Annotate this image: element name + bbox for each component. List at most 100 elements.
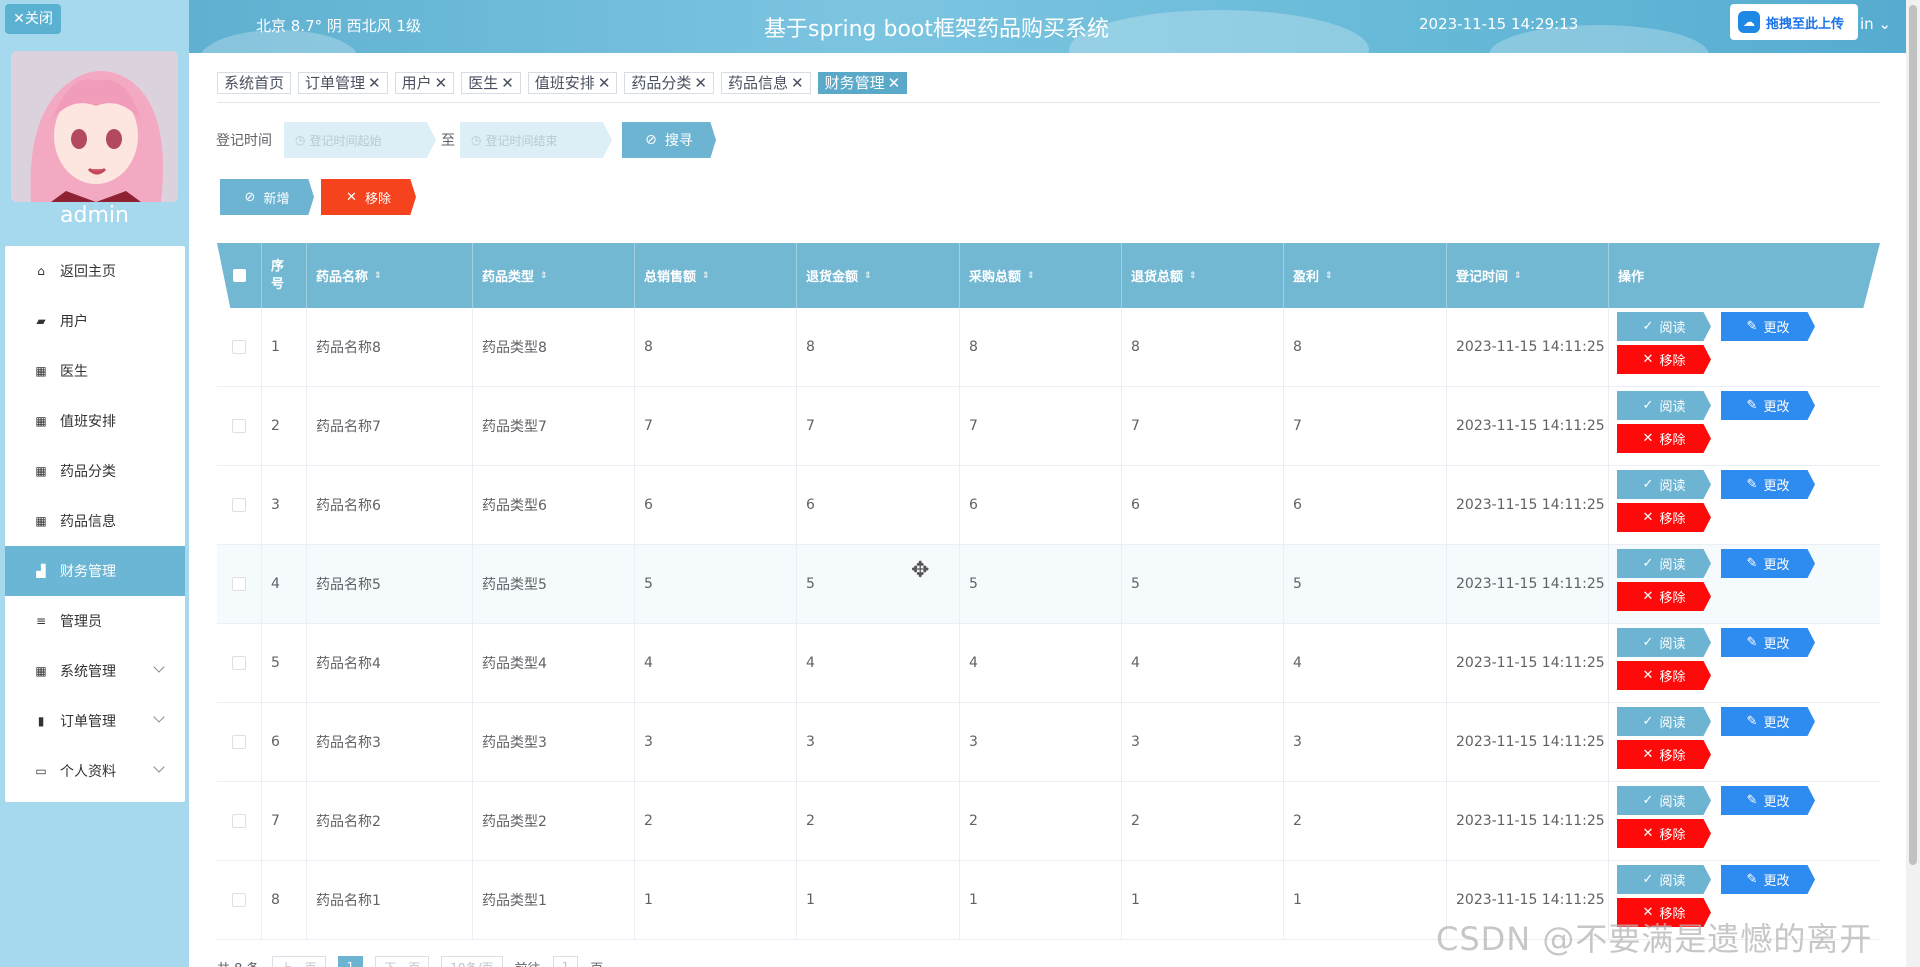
table-cell-refund-amt: 1 <box>797 861 960 939</box>
edit-icon: ✎ <box>1746 398 1758 413</box>
tag-home[interactable]: 系统首页 <box>217 72 292 94</box>
edit-button[interactable]: ✎ 更改 <box>1721 865 1815 894</box>
read-button[interactable]: ✓ 阅读 <box>1617 549 1711 578</box>
select-all-checkbox[interactable] <box>217 243 262 308</box>
header-cell[interactable]: 药品类型 ⇕ <box>473 243 635 308</box>
read-button[interactable]: ✓ 阅读 <box>1617 707 1711 736</box>
read-button[interactable]: ✓ 阅读 <box>1617 312 1711 341</box>
edit-button[interactable]: ✎ 更改 <box>1721 786 1815 815</box>
delete-button-label: 移除 <box>1659 828 1686 843</box>
edit-button[interactable]: ✎ 更改 <box>1721 470 1815 499</box>
sort-icon: ⇕ <box>702 270 710 281</box>
next-page-button[interactable]: 下一页 <box>375 956 430 967</box>
row-checkbox[interactable] <box>232 498 246 512</box>
scrollbar-thumb[interactable] <box>1909 5 1917 865</box>
tag-drug-info[interactable]: 药品信息 ✕ <box>720 72 811 94</box>
page-scrollbar[interactable] <box>1906 0 1920 967</box>
delete-button[interactable]: ✕ 移除 <box>1617 661 1711 690</box>
search-button[interactable]: ⊘ 搜寻 <box>622 122 716 158</box>
page-number[interactable]: 1 <box>337 956 364 967</box>
table-cell-type: 药品类型5 <box>473 545 635 623</box>
user-dropdown[interactable]: in ⌄ <box>1860 15 1891 33</box>
header-cell[interactable]: 盈利 ⇕ <box>1284 243 1447 308</box>
add-button[interactable]: ⊘ 新增 <box>220 179 314 215</box>
delete-button-label: 移除 <box>1659 591 1686 606</box>
sidebar-item-orders[interactable]: ▮ 订单管理 <box>5 696 185 746</box>
header-cell[interactable]: 采购总额 ⇕ <box>960 243 1122 308</box>
read-button[interactable]: ✓ 阅读 <box>1617 865 1711 894</box>
delete-button[interactable]: ✕ 移除 <box>1617 503 1711 532</box>
row-checkbox[interactable] <box>232 577 246 591</box>
upload-drop-button[interactable]: ☁ 拖拽至此上传 <box>1730 4 1858 40</box>
check-circle-icon: ⊘ <box>244 189 256 205</box>
header-cell[interactable]: 总销售额 ⇕ <box>635 243 797 308</box>
delete-button[interactable]: ✕ 移除 <box>1617 345 1711 374</box>
sidebar-item-system[interactable]: ▦ 系统管理 <box>5 646 185 696</box>
search-button-label: 搜寻 <box>664 133 693 149</box>
sidebar: ✕关闭 admin ⌂ 返回主页 ▰ 用户 ▦ 医生 ▦ 值班安排 ▦ 药品分类… <box>0 0 189 967</box>
tag-schedule[interactable]: 值班安排 ✕ <box>527 72 618 94</box>
sidebar-item-profile[interactable]: ▭ 个人资料 <box>5 746 185 796</box>
date-start-input[interactable]: ◷ 登记时间起始 <box>284 122 436 158</box>
delete-button[interactable]: ✕ 移除 <box>1617 819 1711 848</box>
sidebar-item-drug-info[interactable]: ▦ 药品信息 <box>5 496 185 546</box>
close-icon[interactable]: ✕ <box>598 73 611 93</box>
date-end-input[interactable]: ◷ 登记时间结束 <box>460 122 612 158</box>
tag-orders[interactable]: 订单管理 ✕ <box>298 72 388 94</box>
close-icon[interactable]: ✕ <box>791 73 804 93</box>
row-checkbox[interactable] <box>232 656 246 670</box>
sidebar-item-label: 医生 <box>60 364 88 380</box>
sidebar-item-users[interactable]: ▰ 用户 <box>5 296 185 346</box>
header-cell[interactable]: 退货总额 ⇕ <box>1122 243 1284 308</box>
header-cell[interactable]: 登记时间 ⇕ <box>1447 243 1609 308</box>
goto-input[interactable]: 1 <box>552 956 579 967</box>
tag-drug-category[interactable]: 药品分类 ✕ <box>624 72 714 94</box>
search-label: 登记时间 <box>216 133 272 149</box>
row-checkbox[interactable] <box>232 340 246 354</box>
sidebar-item-finance[interactable]: ▟ 财务管理 <box>5 546 185 596</box>
close-icon[interactable]: ✕ <box>501 73 514 93</box>
sidebar-item-doctors[interactable]: ▦ 医生 <box>5 346 185 396</box>
delete-button[interactable]: ✕ 移除 <box>1617 424 1711 453</box>
row-checkbox[interactable] <box>232 419 246 433</box>
read-button-label: 阅读 <box>1659 716 1686 731</box>
read-button[interactable]: ✓ 阅读 <box>1617 391 1711 420</box>
total-count: 共 8 条 <box>217 958 260 967</box>
read-button[interactable]: ✓ 阅读 <box>1617 470 1711 499</box>
read-icon: ✓ <box>1642 398 1654 413</box>
edit-button[interactable]: ✎ 更改 <box>1721 549 1815 578</box>
row-checkbox[interactable] <box>232 814 246 828</box>
sidebar-item-schedule[interactable]: ▦ 值班安排 <box>5 396 185 446</box>
tag-finance[interactable]: 财务管理 ✕ <box>817 72 908 94</box>
sidebar-item-admins[interactable]: ≡ 管理员 <box>5 596 185 646</box>
read-button[interactable]: ✓ 阅读 <box>1617 786 1711 815</box>
read-button[interactable]: ✓ 阅读 <box>1617 628 1711 657</box>
delete-button[interactable]: ✕ 移除 <box>1617 740 1711 769</box>
delete-button[interactable]: ✕ 移除 <box>1617 582 1711 611</box>
row-checkbox[interactable] <box>232 735 246 749</box>
close-icon: ✕ <box>346 189 357 205</box>
edit-button[interactable]: ✎ 更改 <box>1721 312 1815 341</box>
page-size-select[interactable]: 10条/页 <box>441 956 503 967</box>
edit-button[interactable]: ✎ 更改 <box>1721 391 1815 420</box>
tag-doctors[interactable]: 医生 ✕ <box>461 72 521 94</box>
close-icon[interactable]: ✕ <box>368 73 381 93</box>
close-icon[interactable]: ✕ <box>435 73 448 93</box>
tag-users[interactable]: 用户 ✕ <box>394 72 455 94</box>
prev-page-button[interactable]: 上一页 <box>271 956 326 967</box>
close-icon[interactable]: ✕ <box>694 73 707 93</box>
remove-button[interactable]: ✕ 移除 <box>321 179 416 215</box>
header-cell[interactable]: 药品名称 ⇕ <box>307 243 473 308</box>
table-cell-sales: 4 <box>635 624 797 702</box>
grid-icon: ▦ <box>35 464 47 478</box>
row-checkbox[interactable] <box>232 893 246 907</box>
table-cell-profit: 4 <box>1284 624 1447 702</box>
edit-button[interactable]: ✎ 更改 <box>1721 628 1815 657</box>
edit-button-label: 更改 <box>1763 637 1790 652</box>
sidebar-item-drug-category[interactable]: ▦ 药品分类 <box>5 446 185 496</box>
sidebar-item-home[interactable]: ⌂ 返回主页 <box>5 246 185 296</box>
close-sidebar-button[interactable]: ✕关闭 <box>5 4 61 34</box>
edit-button[interactable]: ✎ 更改 <box>1721 707 1815 736</box>
header-cell[interactable]: 退货金额 ⇕ <box>797 243 960 308</box>
close-icon[interactable]: ✕ <box>888 73 901 93</box>
